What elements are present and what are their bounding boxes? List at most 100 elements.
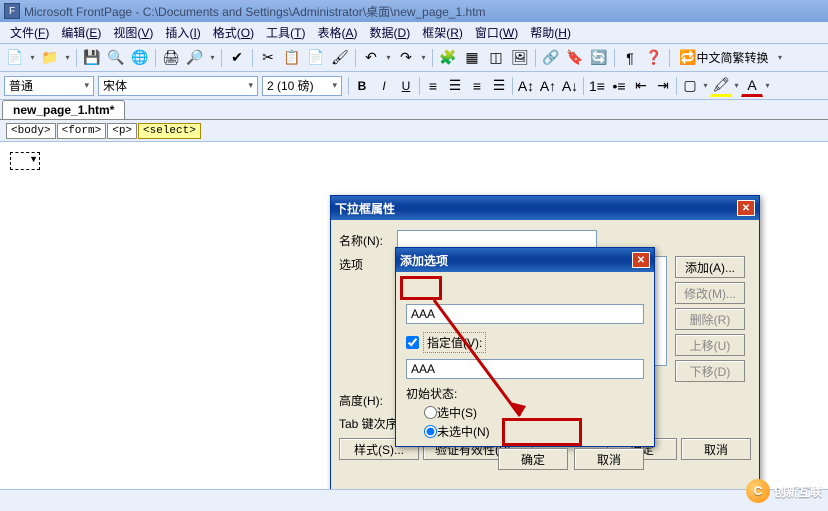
dialog-title-bar[interactable]: 下拉框属性 ✕ xyxy=(331,196,759,220)
undo-icon[interactable]: ↶ xyxy=(360,47,382,69)
cut-icon[interactable]: ✂ xyxy=(257,47,279,69)
underline-icon[interactable]: U xyxy=(395,75,417,97)
modify-button[interactable]: 修改(M)... xyxy=(675,282,745,304)
close-icon[interactable]: ✕ xyxy=(632,252,650,268)
document-tabs: new_page_1.htm* xyxy=(0,100,828,120)
add-button[interactable]: 添加(A)... xyxy=(675,256,745,278)
web-component-icon[interactable]: 🧩 xyxy=(437,47,459,69)
bold-icon[interactable]: B xyxy=(351,75,373,97)
toolbar-format: 普通▾ 宋体▾ 2 (10 磅)▾ B I U ≡ ☰ ≡ ☰ A↕ A↑ A↓… xyxy=(0,72,828,100)
insert-image-icon[interactable]: 🖼 xyxy=(509,47,531,69)
save-icon[interactable]: 💾 xyxy=(81,47,103,69)
name-label: 名称(N): xyxy=(339,232,397,249)
menu-tools[interactable]: 工具(T) xyxy=(260,22,311,43)
not-selected-label: 未选中(N) xyxy=(437,423,490,440)
font-combo[interactable]: 宋体▾ xyxy=(98,76,258,96)
tab-active[interactable]: new_page_1.htm* xyxy=(2,100,125,119)
publish-icon[interactable]: 🌐 xyxy=(129,47,151,69)
status-bar xyxy=(0,489,828,511)
window-title: Microsoft FrontPage - C:\Documents and S… xyxy=(24,3,486,20)
annotation-box-1 xyxy=(400,276,442,300)
menu-file[interactable]: 文件(F) xyxy=(4,22,55,43)
crumb-body[interactable]: <body> xyxy=(6,123,56,139)
selected-label: 选中(S) xyxy=(437,404,477,421)
bookmark-icon[interactable]: 🔖 xyxy=(564,47,586,69)
app-icon: F xyxy=(4,3,20,19)
menu-help[interactable]: 帮助(H) xyxy=(524,22,577,43)
moveup-button[interactable]: 上移(U) xyxy=(675,334,745,356)
menu-window[interactable]: 窗口(W) xyxy=(469,22,524,43)
movedown-button[interactable]: 下移(D) xyxy=(675,360,745,382)
hyperlink-icon[interactable]: 🔗 xyxy=(540,47,562,69)
print-icon[interactable]: 🖨 xyxy=(160,47,182,69)
preview-icon[interactable]: 🔎 xyxy=(184,47,206,69)
search-icon[interactable]: 🔍 xyxy=(105,47,127,69)
number-list-icon[interactable]: 1≡ xyxy=(586,75,608,97)
annotation-box-2 xyxy=(502,418,582,446)
window-title-bar: F Microsoft FrontPage - C:\Documents and… xyxy=(0,0,828,22)
indent-icon[interactable]: ⇥ xyxy=(652,75,674,97)
menu-insert[interactable]: 插入(I) xyxy=(159,22,206,43)
redo-icon[interactable]: ↷ xyxy=(395,47,417,69)
menu-bar: 文件(F) 编辑(E) 视图(V) 插入(I) 格式(O) 工具(T) 表格(A… xyxy=(0,22,828,44)
crumb-p[interactable]: <p> xyxy=(107,123,137,139)
insert-table-icon[interactable]: ▦ xyxy=(461,47,483,69)
select-element[interactable] xyxy=(10,152,40,170)
watermark-text: 创新互联 xyxy=(774,483,822,500)
watermark-logo-icon: C xyxy=(746,479,770,503)
toolbar-main: 📄▾ 📁▾ 💾 🔍 🌐 🖨 🔎▾ ✔ ✂ 📋 📄 🖌 ↶▾ ↷▾ 🧩 ▦ ◫ 🖼… xyxy=(0,44,828,72)
italic-icon[interactable]: I xyxy=(373,75,395,97)
selected-radio[interactable] xyxy=(424,406,437,419)
tag-breadcrumb: <body> <form> <p> <select> xyxy=(0,120,828,142)
menu-data[interactable]: 数据(D) xyxy=(364,22,417,43)
align-left-icon[interactable]: ≡ xyxy=(422,75,444,97)
font-color-icon[interactable]: A xyxy=(741,75,763,97)
add-option-title: 添加选项 xyxy=(400,252,448,269)
specified-value-input[interactable] xyxy=(406,359,644,379)
specify-value-checkbox[interactable] xyxy=(406,336,419,349)
show-all-icon[interactable]: ¶ xyxy=(619,47,641,69)
spellcheck-icon[interactable]: ✔ xyxy=(226,47,248,69)
remove-button[interactable]: 删除(R) xyxy=(675,308,745,330)
copy-icon[interactable]: 📋 xyxy=(281,47,303,69)
align-right-icon[interactable]: ≡ xyxy=(466,75,488,97)
highlight-color-icon[interactable]: 🖍 xyxy=(710,75,732,97)
help-icon[interactable]: ❓ xyxy=(643,47,665,69)
paste-icon[interactable]: 📄 xyxy=(305,47,327,69)
menu-frame[interactable]: 框架(R) xyxy=(416,22,469,43)
text-direction-icon[interactable]: A↕ xyxy=(515,75,537,97)
cn-convert-button[interactable]: 🔁 中文简繁转换 xyxy=(674,47,773,69)
new-page-icon[interactable]: 📄 xyxy=(4,47,26,69)
watermark: C 创新互联 xyxy=(746,479,822,503)
dialog-title: 下拉框属性 xyxy=(335,200,395,217)
style-combo[interactable]: 普通▾ xyxy=(4,76,94,96)
not-selected-radio[interactable] xyxy=(424,425,437,438)
crumb-form[interactable]: <form> xyxy=(57,123,107,139)
increase-size-icon[interactable]: A↑ xyxy=(537,75,559,97)
menu-edit[interactable]: 编辑(E) xyxy=(55,22,107,43)
borders-icon[interactable]: ▢ xyxy=(679,75,701,97)
format-painter-icon[interactable]: 🖌 xyxy=(329,47,351,69)
size-combo[interactable]: 2 (10 磅)▾ xyxy=(262,76,342,96)
insert-layer-icon[interactable]: ◫ xyxy=(485,47,507,69)
menu-table[interactable]: 表格(A) xyxy=(312,22,364,43)
specify-value-label: 指定值(V): xyxy=(423,332,486,353)
add-option-title-bar[interactable]: 添加选项 ✕ xyxy=(396,248,654,272)
close-icon[interactable]: ✕ xyxy=(737,200,755,216)
menu-format[interactable]: 格式(O) xyxy=(207,22,260,43)
cancel-button[interactable]: 取消 xyxy=(681,438,751,460)
refresh-icon[interactable]: 🔄 xyxy=(588,47,610,69)
height-label: 高度(H): xyxy=(339,392,397,409)
open-icon[interactable]: 📁 xyxy=(39,47,61,69)
add-cancel-button[interactable]: 取消 xyxy=(574,448,644,470)
align-justify-icon[interactable]: ☰ xyxy=(488,75,510,97)
add-ok-button[interactable]: 确定 xyxy=(498,448,568,470)
option-input[interactable] xyxy=(406,304,644,324)
crumb-select[interactable]: <select> xyxy=(138,123,201,139)
align-center-icon[interactable]: ☰ xyxy=(444,75,466,97)
initial-state-label: 初始状态: xyxy=(406,385,644,402)
decrease-size-icon[interactable]: A↓ xyxy=(559,75,581,97)
outdent-icon[interactable]: ⇤ xyxy=(630,75,652,97)
menu-view[interactable]: 视图(V) xyxy=(107,22,159,43)
bullet-list-icon[interactable]: •≡ xyxy=(608,75,630,97)
